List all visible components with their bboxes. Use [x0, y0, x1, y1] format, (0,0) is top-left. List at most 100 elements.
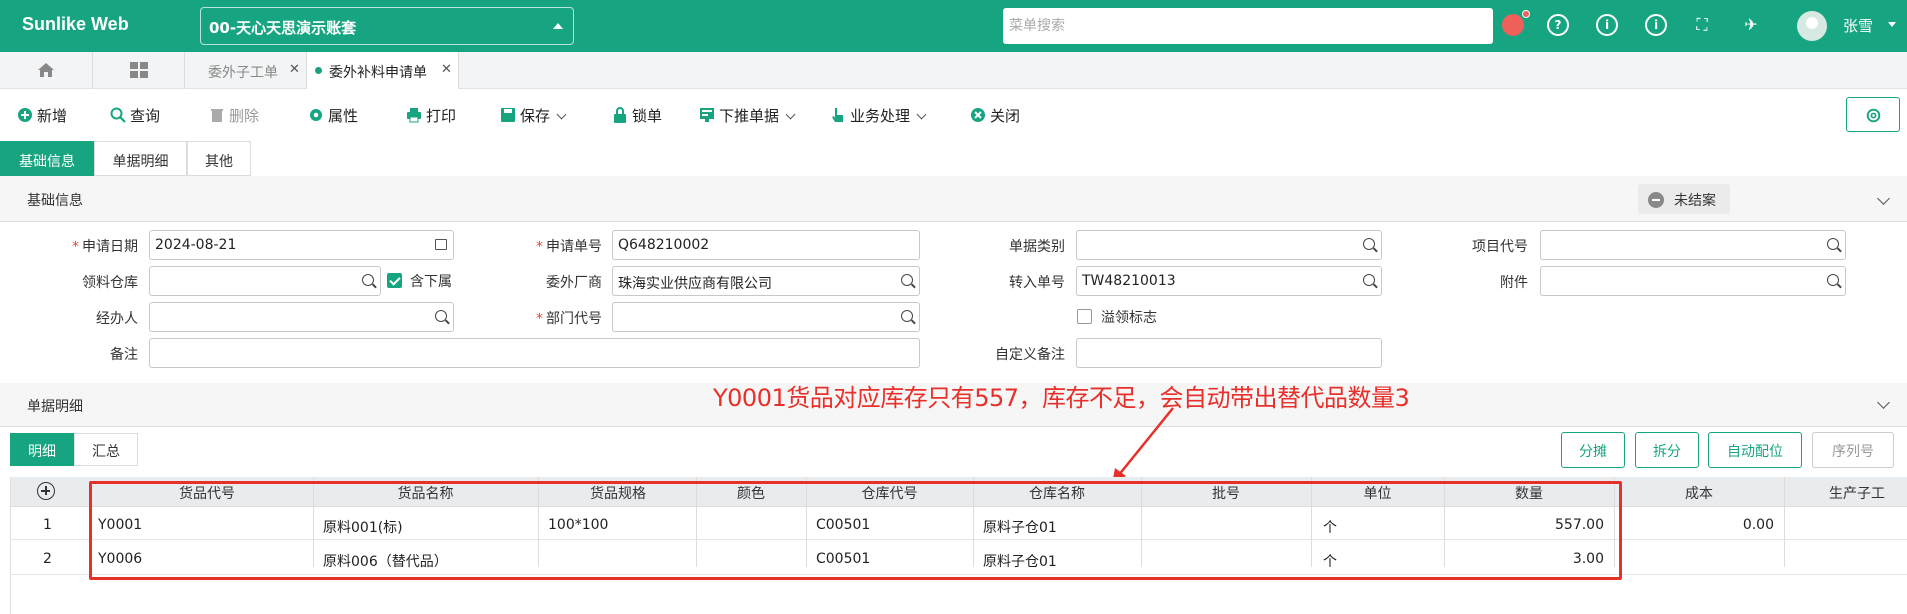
- notification-badge: [1522, 10, 1530, 18]
- close-icon[interactable]: ✕: [289, 62, 300, 77]
- auto-match-button[interactable]: 自动配位: [1708, 432, 1802, 468]
- apply-date-label: * 申请日期: [72, 239, 138, 255]
- menu-search-input[interactable]: [1003, 8, 1493, 44]
- toolbar: 新增 查询 删除 属性 打印 保存 锁单 下推单据 业务处理 关闭: [0, 89, 1907, 141]
- tab-label: 委外补料申请单: [329, 65, 427, 81]
- save-icon: [501, 108, 515, 122]
- custom-remark-label: 自定义备注: [995, 347, 1065, 363]
- cell-cost[interactable]: 0.00: [1614, 517, 1774, 533]
- lock-button[interactable]: 锁单: [612, 105, 662, 126]
- tab-outsource-sub-order[interactable]: 委外子工单 ✕: [185, 52, 307, 89]
- business-button[interactable]: 业务处理: [830, 105, 927, 126]
- chevron-down-icon: [916, 109, 927, 120]
- tab-label: 委外子工单: [208, 65, 278, 81]
- about-icon[interactable]: i: [1645, 14, 1667, 36]
- query-button[interactable]: 查询: [110, 105, 160, 126]
- transfer-no-field[interactable]: TW48210013: [1076, 266, 1382, 296]
- apply-no-label: * 申请单号: [536, 239, 602, 255]
- dept-code-field[interactable]: [612, 302, 920, 332]
- fullscreen-icon[interactable]: ⛶: [1691, 14, 1713, 36]
- search-icon[interactable]: [1363, 238, 1375, 250]
- annotation-highlight-box: [89, 481, 1622, 580]
- overflow-label: 溢领标志: [1101, 310, 1157, 326]
- apply-date-field[interactable]: 2024-08-21: [149, 230, 454, 260]
- include-sub-checkbox[interactable]: [387, 273, 402, 288]
- row-number: 2: [43, 551, 52, 567]
- project-code-field[interactable]: [1540, 230, 1846, 260]
- serial-number-button[interactable]: 序列号: [1812, 432, 1894, 468]
- tab-summary[interactable]: 汇总: [74, 433, 138, 466]
- calendar-icon[interactable]: [435, 239, 447, 250]
- include-sub-label: 含下属: [410, 274, 452, 290]
- handler-field[interactable]: [149, 302, 454, 332]
- clean-cache-icon[interactable]: ✈: [1740, 14, 1762, 36]
- account-selector[interactable]: 00-天心天思演示账套: [200, 7, 574, 45]
- lock-icon: [614, 107, 626, 123]
- doc-type-label: 单据类别: [1009, 239, 1065, 255]
- user-name[interactable]: 张雪: [1843, 15, 1873, 36]
- info-icon[interactable]: i: [1596, 14, 1618, 36]
- overflow-checkbox[interactable]: [1077, 309, 1092, 324]
- close-button[interactable]: 关闭: [970, 105, 1020, 126]
- annotation-arrow: [1112, 407, 1174, 484]
- status-badge: 未结案: [1638, 184, 1730, 214]
- add-button[interactable]: 新增: [17, 105, 67, 126]
- apply-no-field[interactable]: Q648210002: [612, 230, 920, 260]
- help-icon[interactable]: ?: [1547, 14, 1569, 36]
- basic-info-title: 基础信息: [27, 193, 83, 209]
- search-icon[interactable]: [1363, 274, 1375, 286]
- search-icon[interactable]: [435, 310, 447, 322]
- project-code-label: 项目代号: [1472, 239, 1528, 255]
- caret-up-icon: [553, 23, 563, 29]
- chevron-down-icon: [785, 109, 796, 120]
- row-number: 1: [43, 517, 52, 533]
- add-row-icon[interactable]: [37, 482, 55, 500]
- chevron-down-icon: [556, 109, 567, 120]
- trash-icon: [211, 109, 223, 122]
- home-tab[interactable]: [0, 52, 93, 89]
- top-bar: Sunlike Web 00-天心天思演示账套 ? i i ⛶ ✈ 张雪: [0, 0, 1907, 52]
- settings-button[interactable]: [1846, 97, 1900, 132]
- search-icon[interactable]: [1827, 274, 1839, 286]
- save-button[interactable]: 保存: [500, 105, 567, 126]
- search-icon[interactable]: [901, 310, 913, 322]
- tab-detail[interactable]: 明细: [10, 433, 74, 466]
- search-icon[interactable]: [901, 274, 913, 286]
- chevron-down-icon: [1888, 22, 1896, 27]
- split-share-button[interactable]: 分摊: [1561, 432, 1625, 468]
- hand-pointer-icon: [832, 108, 843, 122]
- tab-basic-info[interactable]: 基础信息: [0, 141, 94, 176]
- delete-button[interactable]: 删除: [209, 105, 259, 126]
- tab-bar: 委外子工单 ✕ 委外补料申请单 ✕: [0, 52, 1907, 89]
- properties-button[interactable]: 属性: [308, 105, 358, 126]
- avatar[interactable]: [1797, 11, 1827, 41]
- basic-info-header: [0, 176, 1907, 222]
- vendor-label: 委外厂商: [546, 275, 602, 291]
- push-down-button[interactable]: 下推单据: [699, 105, 796, 126]
- close-icon[interactable]: ✕: [441, 62, 452, 77]
- detail-title: 单据明细: [27, 399, 83, 415]
- tab-outsource-supplement[interactable]: 委外补料申请单 ✕: [307, 52, 459, 89]
- vendor-field[interactable]: 珠海实业供应商有限公司: [612, 266, 920, 296]
- custom-remark-field[interactable]: [1076, 338, 1382, 368]
- gear-icon: [1866, 108, 1881, 123]
- search-icon[interactable]: [362, 274, 374, 286]
- warehouse-label: 领料仓库: [82, 275, 138, 291]
- col-header: 成本: [1685, 486, 1713, 502]
- doc-type-field[interactable]: [1076, 230, 1382, 260]
- warehouse-field[interactable]: [149, 266, 381, 296]
- remark-label: 备注: [110, 347, 138, 363]
- tab-doc-detail[interactable]: 单据明细: [94, 141, 187, 176]
- remark-field[interactable]: [149, 338, 920, 368]
- apps-tab[interactable]: [93, 52, 185, 89]
- annotation-text: Y0001货品对应库存只有557，库存不足，会自动带出替代品数量3: [713, 384, 1410, 412]
- active-dot: [315, 67, 322, 74]
- search-icon[interactable]: [1827, 238, 1839, 250]
- notification-icon[interactable]: [1502, 14, 1524, 36]
- print-button[interactable]: 打印: [406, 105, 456, 126]
- attachment-field[interactable]: [1540, 266, 1846, 296]
- col-header: 生产子工: [1829, 486, 1885, 502]
- tab-other[interactable]: 其他: [187, 141, 251, 176]
- split-button[interactable]: 拆分: [1635, 432, 1699, 468]
- dept-code-label: * 部门代号: [536, 311, 602, 327]
